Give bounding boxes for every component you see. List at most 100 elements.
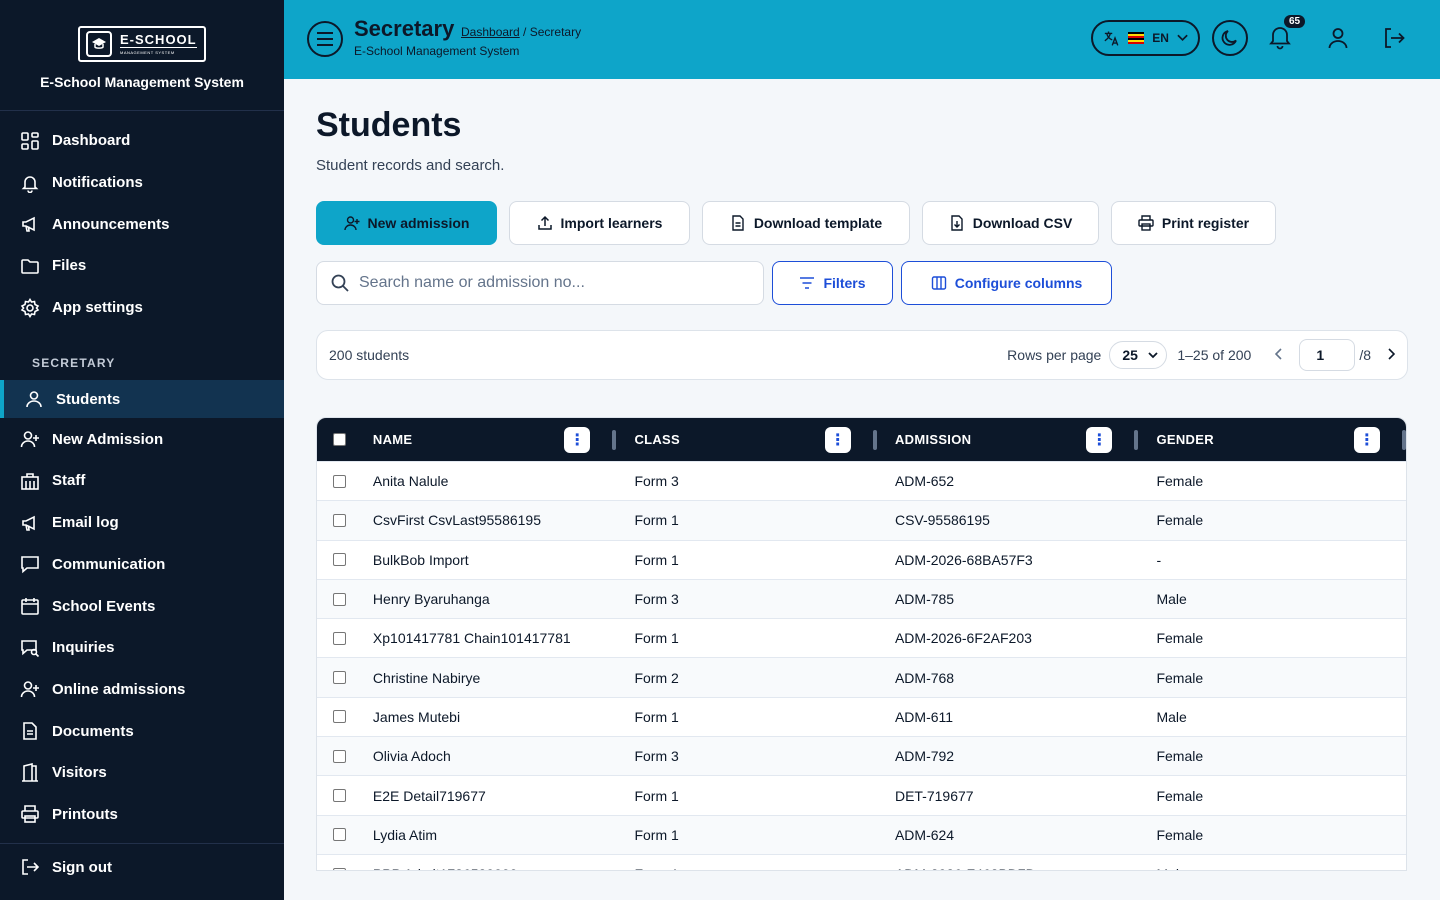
table-row[interactable]: Henry Byaruhanga Form 3 ADM-785 Male — [317, 578, 1406, 619]
menu-toggle-button[interactable] — [307, 21, 343, 57]
table-row[interactable]: BulkBob Import Form 1 ADM-2026-68BA57F3 - — [317, 539, 1406, 579]
sidebar-item-documents[interactable]: Documents — [0, 710, 284, 752]
row-checkbox[interactable] — [333, 710, 346, 724]
column-resize-handle[interactable] — [872, 429, 877, 450]
rows-per-page-select[interactable]: 25 — [1109, 341, 1168, 369]
sidebar-item-communication[interactable]: Communication — [0, 544, 284, 586]
sidebar-item-new-admission[interactable]: New Admission — [0, 418, 284, 460]
row-select-cell — [317, 631, 373, 645]
row-checkbox[interactable] — [333, 867, 346, 870]
print-register-button[interactable]: Print register — [1111, 201, 1276, 245]
row-checkbox[interactable] — [333, 749, 346, 763]
sidebar-item-email-log[interactable]: Email log — [0, 502, 284, 544]
dashboard-icon — [21, 132, 39, 150]
user-plus-icon — [20, 431, 39, 448]
column-menu-button[interactable]: ⋮ — [824, 426, 851, 453]
row-checkbox[interactable] — [333, 553, 346, 567]
sidebar-item-app-settings[interactable]: App settings — [0, 287, 284, 329]
sidebar-item-online-admissions[interactable]: Online admissions — [0, 669, 284, 711]
file-download-icon — [951, 215, 963, 231]
print-register-label: Print register — [1161, 215, 1250, 231]
sidebar-item-school-events[interactable]: School Events — [0, 585, 284, 627]
filters-button[interactable]: Filters — [772, 261, 893, 305]
search-box — [316, 261, 764, 305]
prev-page-button[interactable] — [1275, 347, 1283, 363]
notifications-button[interactable]: 65 — [1268, 15, 1306, 52]
sidebar-item-files[interactable]: Files — [0, 245, 284, 287]
column-menu-button[interactable]: ⋮ — [1086, 426, 1113, 453]
row-checkbox[interactable] — [333, 631, 346, 645]
folder-icon — [21, 259, 39, 274]
theme-toggle-button[interactable] — [1212, 20, 1248, 56]
sign-out-button[interactable]: Sign out — [0, 846, 284, 888]
row-checkbox[interactable] — [333, 828, 346, 842]
configure-columns-button[interactable]: Configure columns — [901, 261, 1112, 305]
cell-name: CsvFirst CsvLast95586195 — [372, 512, 541, 529]
table-row[interactable]: Xp101417781 Chain101417781 Form 1 ADM-2026… — [317, 618, 1406, 657]
sidebar-item-label: Printouts — [52, 805, 118, 823]
column-resize-handle[interactable] — [612, 429, 617, 450]
import-learners-button[interactable]: Import learners — [509, 201, 690, 245]
column-label: GENDER — [1156, 432, 1214, 447]
cell-admission: ADM-768 — [894, 669, 955, 686]
cell-gender: Male — [1156, 866, 1406, 870]
sidebar-item-students[interactable]: Students — [0, 380, 284, 419]
sidebar-item-printouts[interactable]: Printouts — [0, 794, 284, 836]
row-checkbox[interactable] — [333, 789, 346, 803]
column-header-gender: GENDER ⋮ — [1156, 418, 1406, 461]
next-page-button[interactable] — [1387, 347, 1396, 363]
new-admission-button[interactable]: New admission — [316, 201, 497, 245]
header-title: Secretary — [354, 16, 455, 41]
table-row[interactable]: PPP Admit1786530000Form 1ADM-2026-F462BD… — [317, 853, 1406, 870]
column-resize-handle[interactable] — [1134, 429, 1139, 450]
cell-admission: ADM-2026-6F2AF203 — [894, 630, 1032, 647]
printer-icon — [1138, 215, 1154, 231]
table-row[interactable]: CsvFirst CsvLast95586195 Form 1 CSV-955861… — [317, 500, 1406, 540]
cell-class: Form 1 — [634, 708, 679, 725]
row-checkbox[interactable] — [333, 474, 346, 488]
page-number-input[interactable]: 1 — [1299, 339, 1356, 371]
logo[interactable]: E-SCHOOL MANAGEMENT SYSTEM — [78, 26, 206, 62]
page-title: Students — [316, 106, 462, 144]
language-selector[interactable]: EN — [1091, 20, 1200, 56]
kebab-icon: ⋮ — [1358, 431, 1376, 449]
column-resize-handle[interactable] — [1402, 429, 1406, 450]
row-select-cell — [317, 789, 373, 803]
select-all-checkbox[interactable] — [333, 433, 346, 446]
row-checkbox[interactable] — [333, 671, 346, 685]
row-checkbox[interactable] — [333, 513, 346, 527]
table-row[interactable]: James Mutebi Form 1 ADM-611 Male — [317, 696, 1406, 736]
columns-icon — [931, 276, 946, 290]
cell-name: PPP Admit1786530000 — [373, 866, 635, 870]
sidebar-item-notifications[interactable]: Notifications — [0, 162, 284, 204]
calendar-icon — [21, 598, 39, 615]
row-checkbox[interactable] — [333, 592, 346, 606]
table-row[interactable]: Anita Nalule Form 3 ADM-652 Female — [317, 461, 1406, 500]
download-template-button[interactable]: Download template — [702, 201, 910, 245]
column-label: ADMISSION — [894, 432, 972, 447]
table-row[interactable]: Lydia Atim Form 1 ADM-624 Female — [317, 814, 1406, 854]
table-row[interactable]: Christine Nabirye Form 2 ADM-768 Female — [317, 657, 1406, 697]
sidebar-item-label: Dashboard — [52, 132, 131, 150]
column-menu-button[interactable]: ⋮ — [1354, 426, 1380, 453]
sidebar-item-inquiries[interactable]: Inquiries — [0, 627, 284, 669]
cell-admission: ADM-785 — [894, 591, 955, 608]
sidebar-item-label: Students — [56, 390, 121, 408]
sidebar-item-dashboard[interactable]: Dashboard — [0, 120, 284, 162]
profile-button[interactable] — [1326, 26, 1350, 55]
logout-button[interactable] — [1382, 26, 1406, 55]
cell-gender: Male — [1156, 708, 1187, 725]
cell-class: Form 1 — [634, 826, 679, 843]
sidebar-item-announcements[interactable]: Announcements — [0, 203, 284, 245]
download-csv-button[interactable]: Download CSV — [922, 201, 1099, 245]
sidebar-item-visitors[interactable]: Visitors — [0, 752, 284, 794]
breadcrumb-link-dashboard[interactable]: Dashboard — [461, 25, 520, 39]
chevron-down-icon — [1177, 34, 1188, 42]
table-row[interactable]: Olivia Adoch Form 3 ADM-792 Female — [317, 736, 1406, 776]
sidebar-item-staff[interactable]: Staff — [0, 460, 284, 502]
table-row[interactable]: E2E Detail719677 Form 1 DET-719677 Female — [317, 775, 1406, 814]
column-menu-button[interactable]: ⋮ — [564, 426, 591, 453]
cell-name: Christine Nabirye — [372, 669, 481, 686]
search-input[interactable] — [359, 274, 739, 292]
configure-columns-label: Configure columns — [954, 275, 1083, 291]
